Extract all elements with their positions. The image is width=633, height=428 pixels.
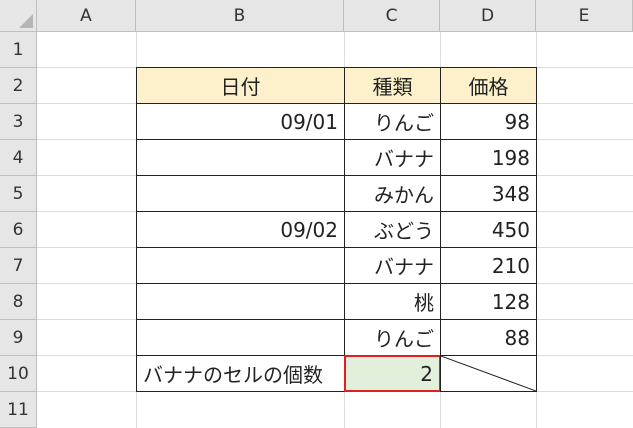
cell-c5[interactable]: みかん [344,175,441,212]
cell-b10-summary-label[interactable]: バナナのセルの個数 [136,355,345,392]
cell-c9[interactable]: りんご [344,319,441,356]
row-header-5[interactable]: 5 [0,176,37,212]
row-header-10[interactable]: 10 [0,356,37,392]
cell-c2-header-type[interactable]: 種類 [344,67,441,104]
cell-b3[interactable]: 09/01 [136,103,345,140]
row-header-6[interactable]: 6 [0,212,37,248]
row-header-9[interactable]: 9 [0,320,37,356]
cell-d3[interactable]: 98 [440,103,537,140]
cell-b8[interactable] [136,283,345,320]
cell-c4[interactable]: バナナ [344,139,441,176]
row-header-8[interactable]: 8 [0,284,37,320]
cell-b5[interactable] [136,175,345,212]
cell-b9[interactable] [136,319,345,356]
row-header-4[interactable]: 4 [0,140,37,176]
cell-b6[interactable]: 09/02 [136,211,345,248]
row-header-3[interactable]: 3 [0,104,37,140]
row-header-7[interactable]: 7 [0,248,37,284]
cell-b2-header-date[interactable]: 日付 [136,67,345,104]
cell-d9[interactable]: 88 [440,319,537,356]
cell-b4[interactable] [136,139,345,176]
cell-d8[interactable]: 128 [440,283,537,320]
cell-d5[interactable]: 348 [440,175,537,212]
column-header-e[interactable]: E [536,0,633,32]
row-header-1[interactable]: 1 [0,32,37,68]
spreadsheet: A B C D E 1 2 3 4 5 6 7 8 9 10 11 日付 種類 … [0,0,633,428]
select-all-corner[interactable] [0,0,37,32]
cell-d6[interactable]: 450 [440,211,537,248]
cell-c6[interactable]: ぶどう [344,211,441,248]
column-header-b[interactable]: B [136,0,344,32]
cell-d2-header-price[interactable]: 価格 [440,67,537,104]
cell-b7[interactable] [136,247,345,284]
cell-d4[interactable]: 198 [440,139,537,176]
column-header-c[interactable]: C [344,0,440,32]
column-header-a[interactable]: A [37,0,136,32]
row-header-11[interactable]: 11 [0,392,37,428]
cell-c7[interactable]: バナナ [344,247,441,284]
row-header-2[interactable]: 2 [0,68,37,104]
cell-d7[interactable]: 210 [440,247,537,284]
cell-c3[interactable]: りんご [344,103,441,140]
diagonal-line [441,356,536,391]
cell-c10-selected[interactable]: 2 [344,355,441,392]
cell-d10-diagonal[interactable] [440,355,537,392]
column-header-d[interactable]: D [440,0,536,32]
cell-c8[interactable]: 桃 [344,283,441,320]
